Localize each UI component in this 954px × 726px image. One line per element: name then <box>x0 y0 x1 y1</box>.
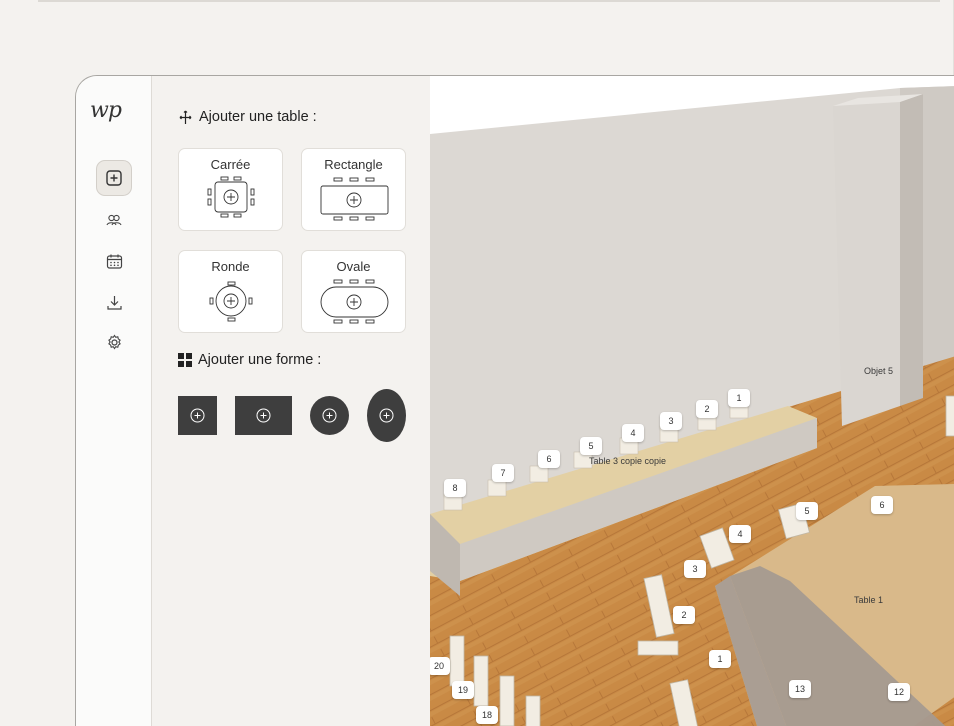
app-logo: wp <box>90 98 122 123</box>
table1-label: Table 1 <box>854 595 884 605</box>
nav-rail: wp <box>76 76 152 726</box>
seat-chip[interactable]: 6 <box>538 450 560 468</box>
seat-chip[interactable]: 2 <box>673 606 695 624</box>
oval-table-icon <box>320 279 389 324</box>
add-shape-title: Ajouter une forme : <box>198 352 322 368</box>
seat-chip[interactable]: 18 <box>476 706 499 724</box>
square-table-icon <box>207 176 255 218</box>
users-icon <box>106 214 122 226</box>
floor-plan-3d-view[interactable]: Objet 5 Table 3 copie copie Table 1 1 2 … <box>430 76 954 726</box>
top-divider <box>38 0 940 2</box>
shape-circle-button[interactable] <box>310 396 349 435</box>
seat-chip[interactable]: 3 <box>660 412 682 430</box>
add-shape-heading: Ajouter une forme : <box>178 352 321 368</box>
nav-calendar-button[interactable] <box>96 243 132 279</box>
seat-chip[interactable]: 4 <box>622 424 644 442</box>
seat-chip[interactable]: 2 <box>696 400 718 418</box>
nav-settings-button[interactable] <box>96 324 132 360</box>
table-card-rectangle[interactable]: Rectangle <box>301 148 406 231</box>
seat-chip[interactable]: 12 <box>888 683 911 701</box>
nav-download-button[interactable] <box>96 284 132 320</box>
app-window: wp Ajouter une table : Carrée Rectangle … <box>75 75 954 726</box>
seat-chip[interactable]: 20 <box>430 657 451 675</box>
table-card-round[interactable]: Ronde <box>178 250 283 333</box>
plus-square-icon <box>106 170 122 186</box>
seat-chip[interactable]: 13 <box>789 680 812 698</box>
table3-label: Table 3 copie copie <box>589 456 667 466</box>
shape-square-button[interactable] <box>178 396 217 435</box>
calendar-icon <box>106 254 122 269</box>
add-table-heading: Ajouter une table : <box>178 109 317 125</box>
table-card-label: Rectangle <box>324 157 383 172</box>
shape-rectangle-button[interactable] <box>235 396 292 435</box>
round-table-icon <box>209 281 253 322</box>
table-card-label: Carrée <box>210 157 251 172</box>
seat-chip[interactable]: 19 <box>452 681 475 699</box>
seat-chip[interactable]: 7 <box>492 464 514 482</box>
download-icon <box>106 295 122 310</box>
table-card-label: Ronde <box>211 259 250 274</box>
plus-circle-icon <box>322 408 337 423</box>
table-card-square[interactable]: Carrée <box>178 148 283 231</box>
seat-chip[interactable]: 5 <box>796 502 818 520</box>
plus-circle-icon <box>190 408 205 423</box>
gear-icon <box>107 334 121 349</box>
seat-chip[interactable]: 1 <box>709 650 731 668</box>
add-panel: Ajouter une table : Carrée Rectangle Ron… <box>153 76 431 726</box>
seat-chip[interactable]: 3 <box>684 560 706 578</box>
seat-chip[interactable]: 6 <box>871 496 893 514</box>
add-table-title: Ajouter une table : <box>199 109 317 125</box>
rectangle-table-icon <box>320 177 389 221</box>
room-render <box>430 86 954 726</box>
nav-add-table-button[interactable] <box>96 160 132 196</box>
seat-chip[interactable]: 4 <box>729 525 751 543</box>
object-label: Objet 5 <box>864 366 894 376</box>
seat-chip[interactable]: 1 <box>728 389 750 407</box>
table-move-icon <box>179 110 192 124</box>
table-card-oval[interactable]: Ovale <box>301 250 406 333</box>
plus-circle-icon <box>379 408 394 423</box>
nav-guests-button[interactable] <box>96 202 132 238</box>
shapes-grid-icon <box>178 353 192 367</box>
seat-chip[interactable]: 5 <box>580 437 602 455</box>
seat-chip[interactable]: 8 <box>444 479 466 497</box>
plus-circle-icon <box>256 408 271 423</box>
shape-oval-button[interactable] <box>367 389 406 442</box>
table-card-label: Ovale <box>336 259 371 274</box>
